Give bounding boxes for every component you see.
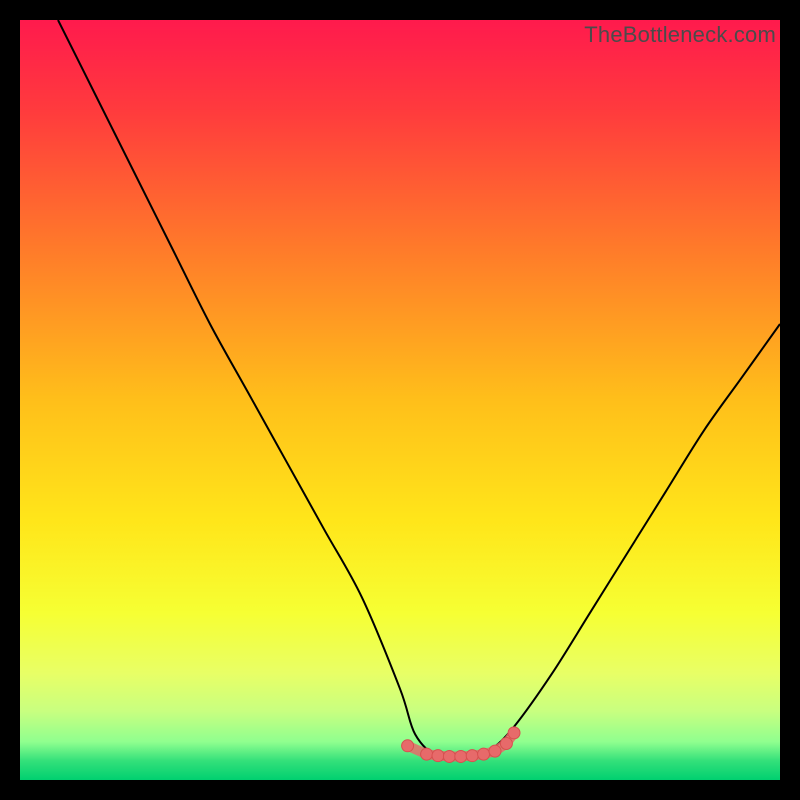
optimal-marker-dot	[432, 750, 444, 762]
optimal-marker-dot	[443, 750, 455, 762]
optimal-marker-dot	[466, 750, 478, 762]
bottleneck-curve	[58, 20, 780, 759]
optimal-marker-dot	[489, 745, 501, 757]
optimal-marker-dot	[402, 740, 414, 752]
optimal-marker-dot	[500, 738, 512, 750]
optimal-marker-dot	[478, 748, 490, 760]
plot-area	[20, 20, 780, 780]
optimal-marker-dot	[421, 748, 433, 760]
optimal-marker-dot	[508, 727, 520, 739]
optimal-marker-dot	[455, 750, 467, 762]
optimal-markers	[402, 727, 520, 763]
watermark-text: TheBottleneck.com	[584, 22, 776, 48]
curve-layer	[20, 20, 780, 780]
chart-frame: TheBottleneck.com	[0, 0, 800, 800]
